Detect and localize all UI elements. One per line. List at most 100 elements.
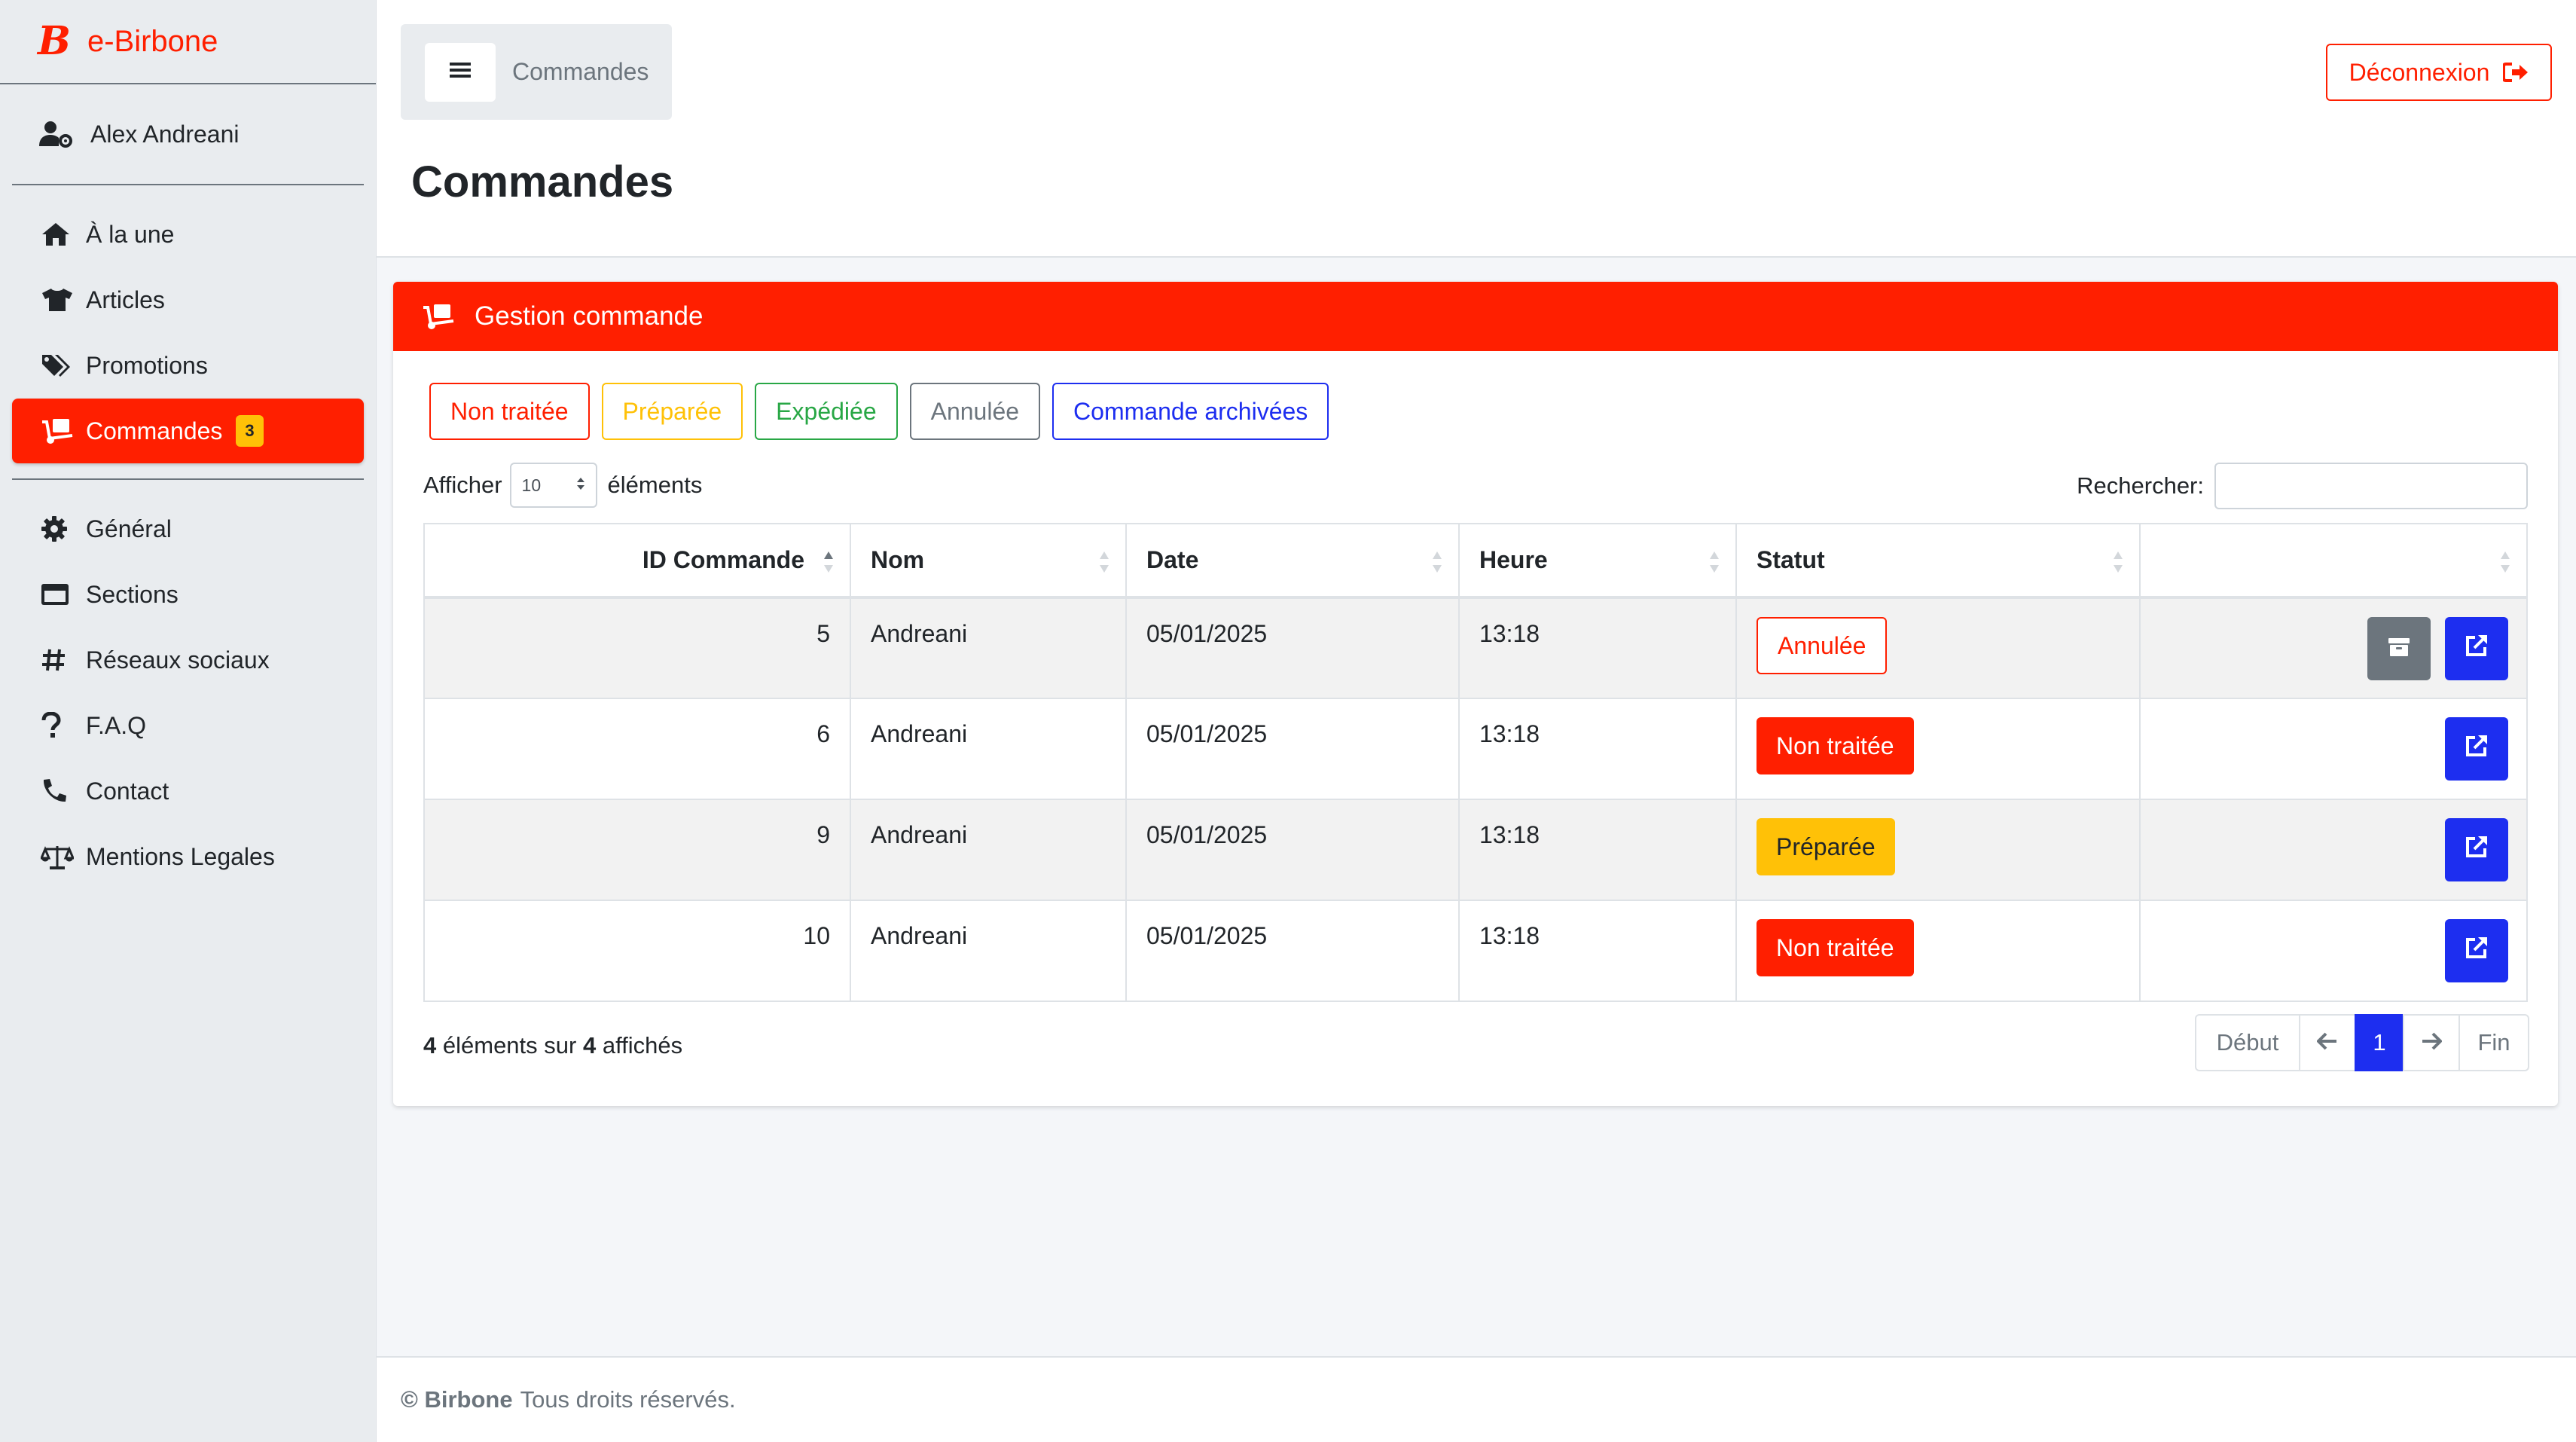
col-date[interactable]: Date — [1125, 523, 1460, 599]
sort-asc-icon — [823, 550, 835, 576]
col-nom[interactable]: Nom — [850, 523, 1127, 599]
search-input[interactable] — [2214, 463, 2528, 509]
col-actions[interactable] — [2139, 523, 2528, 599]
sidebar-item-promotions[interactable]: Promotions — [12, 333, 364, 398]
pagination-first[interactable]: Début — [2195, 1014, 2300, 1071]
sort-icon — [2112, 550, 2124, 576]
page-length-value: 10 — [521, 475, 542, 495]
table-header-row: ID Commande Nom Date Heure Statut — [423, 523, 2528, 599]
sort-icon — [2499, 550, 2511, 576]
sidebar-item-mentions[interactable]: Mentions Legales — [12, 824, 364, 889]
external-link-icon — [2465, 936, 2489, 966]
footer-copyright: © Birbone — [401, 1386, 513, 1413]
sidebar-divider — [12, 478, 364, 480]
cell-nom: Andreani — [850, 900, 1127, 1002]
filter-archived-button[interactable]: Commande archivées — [1052, 383, 1329, 440]
page-footer: © Birbone Tous droits réservés. — [377, 1356, 2576, 1442]
sidebar-nav-settings: Général Sections Réseaux sociaux F.A.Q C… — [0, 496, 376, 889]
window-icon — [41, 579, 75, 609]
orders-table: ID Commande Nom Date Heure Statut 5 Andr… — [423, 523, 2528, 1002]
open-order-button[interactable] — [2445, 919, 2508, 982]
pagination-prev[interactable] — [2299, 1014, 2356, 1071]
sidebar-item-a-la-une[interactable]: À la une — [12, 202, 364, 267]
sidebar-item-commandes[interactable]: Commandes 3 — [12, 399, 364, 463]
page-length-select[interactable]: 10 — [509, 463, 597, 508]
cell-heure: 13:18 — [1458, 799, 1737, 901]
cell-statut: Non traitée — [1735, 900, 2141, 1002]
breadcrumb: Commandes — [401, 24, 672, 120]
content-header: Commandes Déconnexion Commandes — [377, 0, 2576, 258]
filter-preparee-button[interactable]: Préparée — [601, 383, 743, 440]
col-statut[interactable]: Statut — [1735, 523, 2141, 599]
status-badge: Non traitée — [1757, 717, 1914, 774]
cell-date: 05/01/2025 — [1125, 799, 1460, 901]
filter-expediee-button[interactable]: Expédiée — [755, 383, 898, 440]
user-panel[interactable]: Alex Andreani — [12, 84, 364, 185]
sort-icon — [1431, 550, 1443, 576]
cell-heure: 13:18 — [1458, 597, 1737, 699]
sort-icon — [1098, 550, 1110, 576]
external-link-icon — [2465, 835, 2489, 865]
sidebar-item-faq[interactable]: F.A.Q — [12, 693, 364, 758]
filter-annulee-button[interactable]: Annulée — [909, 383, 1041, 440]
question-icon — [41, 710, 75, 741]
cell-actions — [2139, 900, 2528, 1002]
cell-statut: Non traitée — [1735, 698, 2141, 800]
footer-rights: Tous droits réservés. — [520, 1386, 736, 1413]
sidebar-item-reseaux[interactable]: Réseaux sociaux — [12, 628, 364, 692]
menu-toggle-button[interactable] — [425, 42, 496, 102]
cell-id: 6 — [423, 698, 851, 800]
table-row: 9 Andreani 05/01/2025 13:18 Préparée — [423, 799, 2528, 901]
cell-id: 9 — [423, 799, 851, 901]
open-order-button[interactable] — [2445, 717, 2508, 781]
sidebar-item-general[interactable]: Général — [12, 496, 364, 561]
sidebar-item-label: Général — [86, 515, 172, 542]
archive-button[interactable] — [2367, 617, 2431, 680]
sidebar-item-sections[interactable]: Sections — [12, 562, 364, 627]
sidebar-item-label: À la une — [86, 220, 175, 248]
cell-actions — [2139, 799, 2528, 901]
length-suffix: éléments — [607, 472, 703, 498]
pagination-last[interactable]: Fin — [2458, 1014, 2529, 1071]
pagination-page-1[interactable]: 1 — [2355, 1014, 2404, 1071]
sidebar-item-contact[interactable]: Contact — [12, 759, 364, 823]
info-total: 4 — [582, 1032, 597, 1059]
filter-non-traitee-button[interactable]: Non traitée — [429, 383, 590, 440]
cell-heure: 13:18 — [1458, 900, 1737, 1002]
phone-icon — [41, 776, 75, 806]
dolly-icon — [422, 303, 455, 330]
breadcrumb-current: Commandes — [512, 58, 649, 85]
sidebar-item-articles[interactable]: Articles — [12, 267, 364, 332]
info-middle: éléments sur — [442, 1032, 577, 1059]
col-heure[interactable]: Heure — [1458, 523, 1737, 599]
cell-nom: Andreani — [850, 799, 1127, 901]
table-row: 5 Andreani 05/01/2025 13:18 Annulée — [423, 597, 2528, 699]
sidebar-nav: À la une Articles Promotions Commandes 3 — [0, 185, 376, 463]
info-shown: 4 — [423, 1032, 437, 1059]
cell-actions — [2139, 597, 2528, 699]
external-link-icon — [2465, 734, 2489, 764]
length-prefix: Afficher — [423, 472, 502, 498]
card-header: Gestion commande — [393, 282, 2558, 351]
col-header-label: Nom — [871, 546, 925, 573]
cell-id: 10 — [423, 900, 851, 1002]
brand-link[interactable]: B e-Birbone — [0, 0, 376, 84]
cell-nom: Andreani — [850, 597, 1127, 699]
logout-button[interactable]: Déconnexion — [2326, 44, 2552, 101]
sidebar-item-label: Promotions — [86, 351, 208, 379]
table-row: 10 Andreani 05/01/2025 13:18 Non traitée — [423, 900, 2528, 1002]
card-title: Gestion commande — [475, 301, 704, 331]
open-order-button[interactable] — [2445, 617, 2508, 680]
cell-id: 5 — [423, 597, 851, 699]
main-content: Commandes Déconnexion Commandes Gestion … — [377, 0, 2576, 1442]
tags-icon — [41, 350, 75, 380]
hamburger-icon — [450, 61, 471, 83]
logout-label: Déconnexion — [2349, 58, 2490, 86]
pagination-next[interactable] — [2403, 1014, 2460, 1071]
select-arrows-icon — [576, 475, 585, 496]
sign-out-icon — [2503, 62, 2529, 83]
info-suffix: affichés — [602, 1032, 683, 1059]
col-id-commande[interactable]: ID Commande — [423, 523, 851, 599]
open-order-button[interactable] — [2445, 818, 2508, 881]
status-badge: Non traitée — [1757, 919, 1914, 976]
